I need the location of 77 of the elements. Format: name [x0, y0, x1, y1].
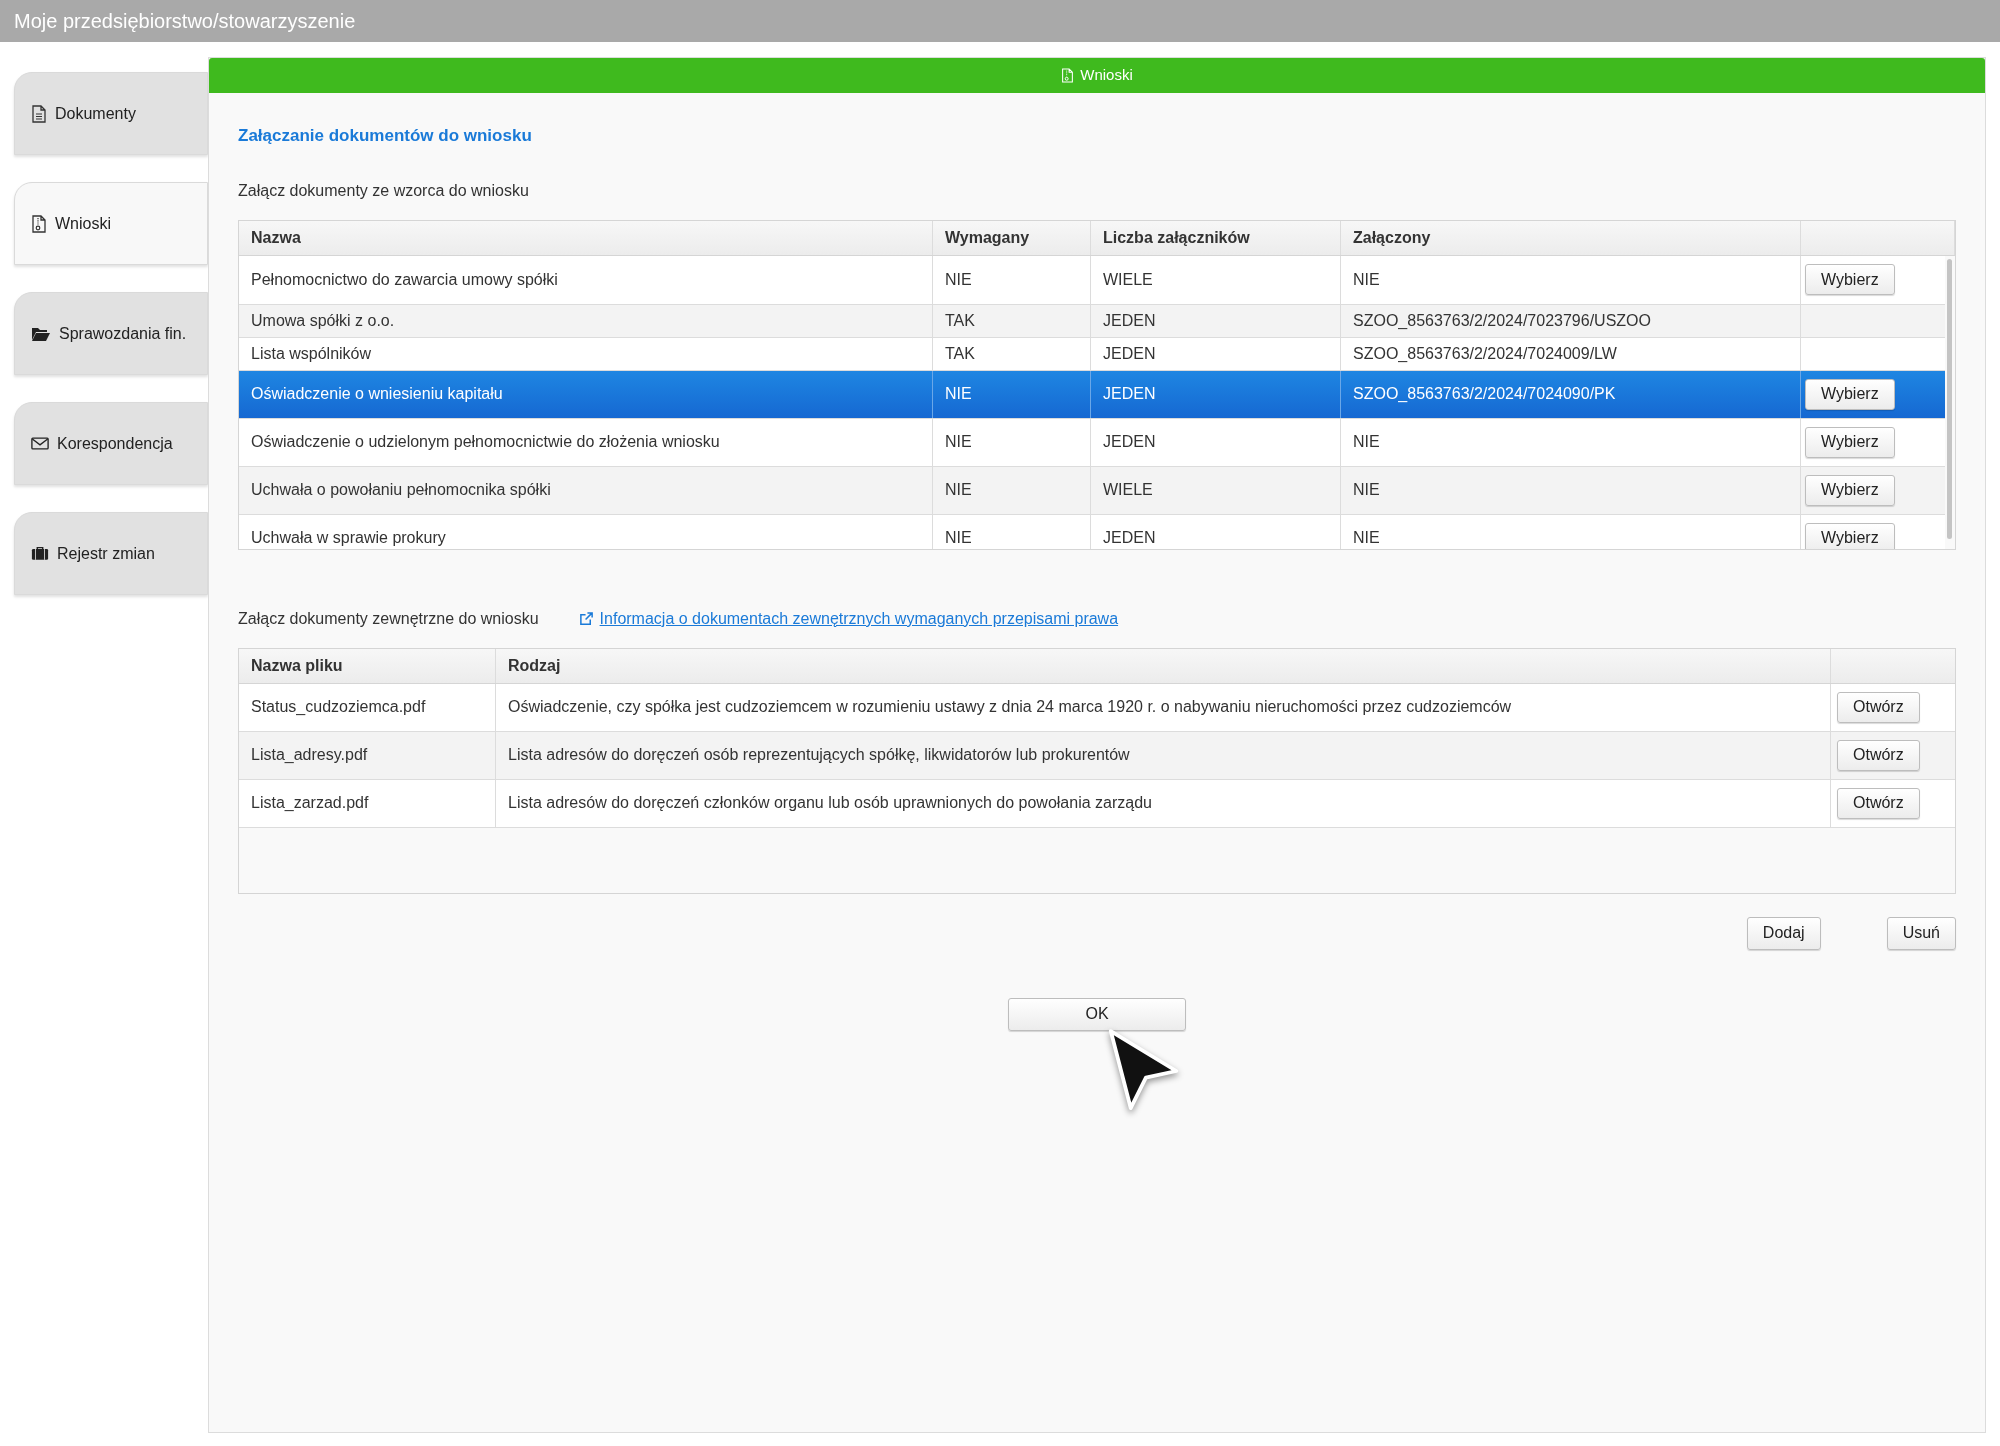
- sidebar-tab[interactable]: Dokumenty: [14, 72, 208, 155]
- table-cell: TAK: [933, 337, 1091, 370]
- select-button[interactable]: Wybierz: [1805, 426, 1895, 458]
- select-button[interactable]: Wybierz: [1805, 264, 1895, 295]
- table-cell: Oświadczenie o udzielonym pełnomocnictwie do złożenia wniosku: [239, 418, 933, 466]
- table-cell: Status_cudzoziemca.pdf: [239, 683, 496, 731]
- table-cell: NIE: [933, 255, 1091, 304]
- action-button[interactable]: Usuń: [1886, 916, 1956, 950]
- table-cell: Lista_zarzad.pdf: [239, 779, 496, 827]
- table-row[interactable]: Oświadczenie o wniesieniu kapitału NIE JEDEN SZOO_8563763/2/2024/7024090/PK Wybierz: [239, 370, 1945, 419]
- table-cell: NIE: [933, 514, 1091, 549]
- table-cell: JEDEN: [1091, 304, 1341, 337]
- table-cell: Oświadczenie, czy spółka jest cudzoziemcem w rozumieniu ustawy z dnia 24 marca 1920 r. o nabywaniu nieruchomości przez cudzoziemców: [496, 683, 1831, 731]
- table-cell: Uchwała w sprawie prokury: [239, 514, 933, 549]
- table-cell: SZOO_8563763/2/2024/7024009/LW: [1341, 337, 1801, 370]
- table-cell: JEDEN: [1091, 514, 1341, 549]
- document-icon: [31, 104, 47, 123]
- sidebar-tab[interactable]: Rejestr zmian: [14, 512, 208, 595]
- table-cell: Lista adresów do doręczeń osób reprezentujących spółkę, likwidatorów lub prokurentów: [496, 731, 1831, 779]
- table-cell: SZOO_8563763/2/2024/7023796/USZOO: [1341, 304, 1801, 337]
- table-cell: WIELE: [1091, 466, 1341, 514]
- open-button[interactable]: Otwórz: [1837, 691, 1920, 723]
- table-cell: NIE: [1341, 255, 1801, 304]
- table-cell: Lista_adresy.pdf: [239, 731, 496, 779]
- column-header: Rodzaj: [496, 648, 1831, 683]
- table-row[interactable]: Pełnomocnictwo do zawarcia umowy spółki NIE WIELE NIE Wybierz: [239, 255, 1945, 305]
- table-cell: NIE: [933, 466, 1091, 514]
- table-cell: JEDEN: [1091, 418, 1341, 466]
- sidebar-tab[interactable]: Wnioski: [14, 182, 208, 265]
- info-link[interactable]: Informacja o dokumentach zewnętrznych wymaganych przepisami prawa: [578, 606, 1119, 631]
- table-row[interactable]: Oświadczenie o udzielonym pełnomocnictwie do złożenia wniosku NIE JEDEN NIE Wybierz: [239, 418, 1945, 467]
- column-header: Nazwa pliku: [239, 648, 496, 683]
- column-header: Załączony: [1341, 220, 1801, 255]
- section-label: Załącz dokumenty ze wzorca do wniosku: [238, 180, 530, 201]
- external-link-icon: [578, 611, 594, 626]
- select-button[interactable]: Wybierz: [1805, 474, 1895, 506]
- open-button[interactable]: Otwórz: [1837, 787, 1920, 819]
- table-cell: JEDEN: [1091, 337, 1341, 370]
- table-cell: NIE: [1341, 418, 1801, 466]
- table-cell: WIELE: [1091, 255, 1341, 304]
- table-row[interactable]: Lista wspólników TAK JEDEN SZOO_8563763/2/2024/7024009/LW: [239, 337, 1945, 371]
- action-button[interactable]: Dodaj: [1746, 916, 1821, 950]
- table-row[interactable]: Umowa spółki z o.o. TAK JEDEN SZOO_8563763/2/2024/7023796/USZOO: [239, 304, 1945, 338]
- table-cell: JEDEN: [1091, 370, 1341, 418]
- folder-icon: [31, 325, 51, 342]
- sidebar-tab[interactable]: Sprawozdania fin.: [14, 292, 208, 375]
- table-row[interactable]: Uchwała w sprawie prokury NIE JEDEN NIE Wybierz: [239, 514, 1945, 549]
- table-cell: TAK: [933, 304, 1091, 337]
- table-cell: NIE: [1341, 466, 1801, 514]
- column-header: Wymagany: [933, 220, 1091, 255]
- scrollbar[interactable]: [1947, 258, 1952, 539]
- select-button[interactable]: Wybierz: [1805, 378, 1895, 410]
- table-cell: NIE: [933, 418, 1091, 466]
- table-cell: Pełnomocnictwo do zawarcia umowy spółki: [239, 255, 933, 304]
- table-cell: Lista adresów do doręczeń członków organu lub osób uprawnionych do powołania zarządu: [496, 779, 1831, 827]
- section-heading: Załączanie dokumentów do wniosku: [238, 125, 533, 147]
- zipped-file-icon: [1061, 68, 1075, 83]
- zipped-file-icon: [31, 214, 47, 233]
- table-row[interactable]: Uchwała o powołaniu pełnomocnika spółki NIE WIELE NIE Wybierz: [239, 466, 1945, 515]
- briefcase-icon: [31, 546, 49, 561]
- ok-button[interactable]: OK: [1008, 997, 1186, 1031]
- envelope-icon: [31, 436, 49, 451]
- table-cell: Uchwała o powołaniu pełnomocnika spółki: [239, 466, 933, 514]
- column-header: Liczba załączników: [1091, 220, 1341, 255]
- table-cell: Umowa spółki z o.o.: [239, 304, 933, 337]
- table-cell: Oświadczenie o wniesieniu kapitału: [239, 370, 933, 418]
- table-cell: NIE: [1341, 514, 1801, 549]
- select-button[interactable]: Wybierz: [1805, 522, 1895, 549]
- table-cell: NIE: [933, 370, 1091, 418]
- table-cell: Lista wspólników: [239, 337, 933, 370]
- panel-title: Wnioski: [1080, 65, 1133, 86]
- window-title: Moje przedsiębiorstwo/stowarzyszenie: [14, 9, 356, 34]
- open-button[interactable]: Otwórz: [1837, 739, 1920, 771]
- column-header: Nazwa: [239, 220, 933, 255]
- sidebar-tab[interactable]: Korespondencja: [14, 402, 208, 485]
- table-cell: SZOO_8563763/2/2024/7024090/PK: [1341, 370, 1801, 418]
- section-label: Załącz dokumenty zewnętrzne do wniosku: [238, 608, 539, 629]
